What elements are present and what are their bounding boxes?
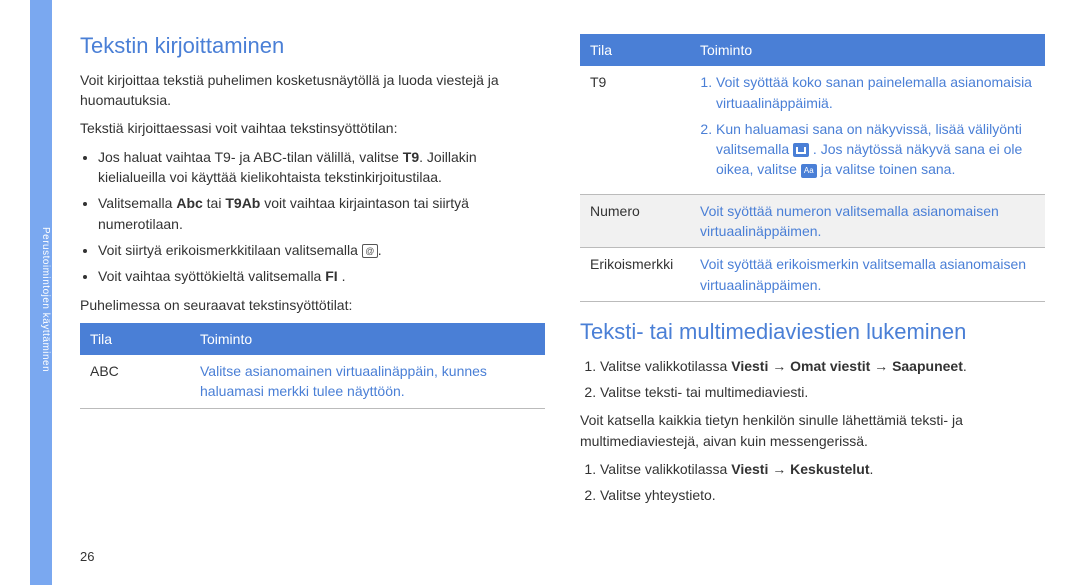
aa-key-icon xyxy=(801,164,817,178)
bullet-language: Voit vaihtaa syöttökieltä valitsemalla F… xyxy=(98,266,545,286)
table-row: T9 Voit syöttää koko sanan painelemalla … xyxy=(580,66,1045,194)
func-t9: Voit syöttää koko sanan painelemalla asi… xyxy=(690,66,1045,194)
conversation-paragraph: Voit katsella kaikkia tietyn henkilön si… xyxy=(580,410,1045,451)
input-modes-table-right: Tila Toiminto T9 Voit syöttää koko sanan… xyxy=(580,34,1045,302)
th-tila: Tila xyxy=(580,34,690,66)
symbol-mode-icon: @ xyxy=(362,244,378,258)
heading-text-entry: Tekstin kirjoittaminen xyxy=(80,30,545,62)
modes-intro: Puhelimessa on seuraavat tekstinsyöttöti… xyxy=(80,295,545,315)
table-row: Erikoismerkki Voit syöttää erikoismerkin… xyxy=(580,248,1045,302)
bullet-abc-t9ab: Valitsemalla Abc tai T9Ab voit vaihtaa k… xyxy=(98,193,545,234)
step-open-inbox: Valitse valikkotilassa Viesti → Omat vie… xyxy=(600,356,1045,376)
t9-step-1: Voit syöttää koko sanan painelemalla asi… xyxy=(716,72,1035,113)
step-select-message: Valitse teksti- tai multimediaviesti. xyxy=(600,382,1045,402)
bullet-special-mode: Voit siirtyä erikoismerkkitilaan valitse… xyxy=(98,240,545,260)
right-column: Tila Toiminto T9 Voit syöttää koko sanan… xyxy=(580,30,1045,514)
page-number: 26 xyxy=(80,548,94,567)
heading-read-messages: Teksti- tai multimediaviestien lukeminen xyxy=(580,316,1045,348)
mode-abc: ABC xyxy=(80,355,190,408)
read-steps-list-1: Valitse valikkotilassa Viesti → Omat vie… xyxy=(580,356,1045,403)
left-column: Tekstin kirjoittaminen Voit kirjoittaa t… xyxy=(80,30,545,514)
mode-numero: Numero xyxy=(580,194,690,248)
side-section-label: Perustoimintojen käyttäminen xyxy=(32,200,52,400)
switch-mode-paragraph: Tekstiä kirjoittaessasi voit vaihtaa tek… xyxy=(80,118,545,138)
step-open-conversations: Valitse valikkotilassa Viesti → Keskuste… xyxy=(600,459,1045,479)
mode-bullet-list: Jos haluat vaihtaa T9- ja ABC-tilan väli… xyxy=(80,147,545,287)
bullet-t9-abc: Jos haluat vaihtaa T9- ja ABC-tilan väli… xyxy=(98,147,545,188)
table-header-row: Tila Toiminto xyxy=(80,323,545,355)
func-erikoismerkki: Voit syöttää erikoismerkin valitsemalla … xyxy=(690,248,1045,302)
th-toiminto: Toiminto xyxy=(690,34,1045,66)
space-key-icon xyxy=(793,143,809,157)
th-tila: Tila xyxy=(80,323,190,355)
intro-paragraph: Voit kirjoittaa tekstiä puhelimen kosket… xyxy=(80,70,545,111)
t9-step-2: Kun haluamasi sana on näkyvissä, lisää v… xyxy=(716,119,1035,180)
input-modes-table-left: Tila Toiminto ABC Valitse asianomainen v… xyxy=(80,323,545,409)
th-toiminto: Toiminto xyxy=(190,323,545,355)
step-select-contact: Valitse yhteystieto. xyxy=(600,485,1045,505)
func-numero: Voit syöttää numeron valitsemalla asiano… xyxy=(690,194,1045,248)
table-row: ABC Valitse asianomainen virtuaalinäppäi… xyxy=(80,355,545,408)
page-content: Tekstin kirjoittaminen Voit kirjoittaa t… xyxy=(80,30,1050,514)
read-steps-list-2: Valitse valikkotilassa Viesti → Keskuste… xyxy=(580,459,1045,506)
mode-t9: T9 xyxy=(580,66,690,194)
table-row: Numero Voit syöttää numeron valitsemalla… xyxy=(580,194,1045,248)
table-header-row: Tila Toiminto xyxy=(580,34,1045,66)
func-abc: Valitse asianomainen virtuaalinäppäin, k… xyxy=(190,355,545,408)
mode-erikoismerkki: Erikoismerkki xyxy=(580,248,690,302)
